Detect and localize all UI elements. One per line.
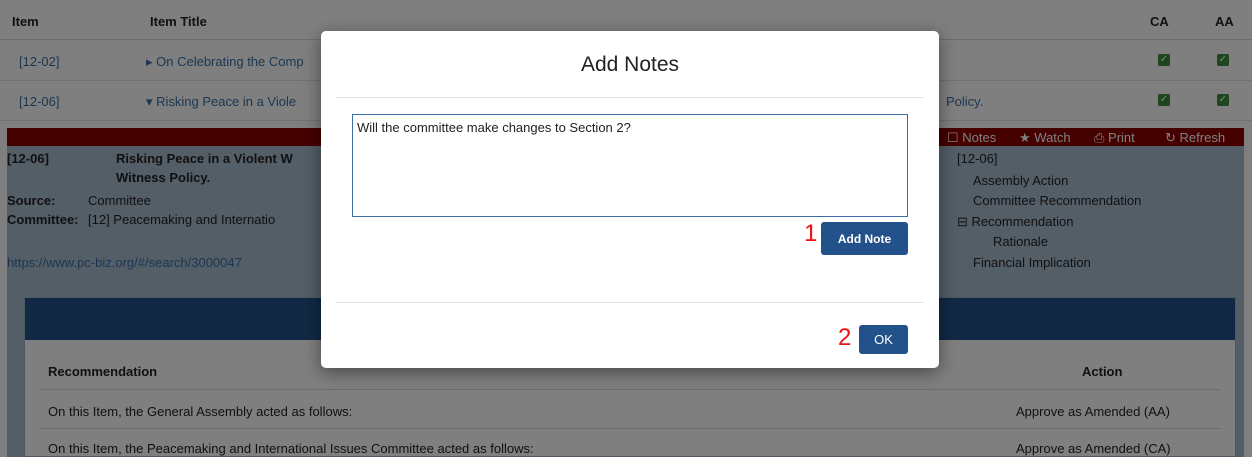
- add-notes-dialog: Add Notes Will the committee make change…: [321, 31, 939, 368]
- step-marker-2: 2: [838, 324, 852, 351]
- ok-button[interactable]: OK: [859, 325, 908, 354]
- dialog-title: Add Notes: [580, 53, 680, 76]
- add-note-button[interactable]: Add Note: [821, 222, 908, 255]
- divider: [336, 97, 924, 98]
- note-textarea[interactable]: Will the committee make changes to Secti…: [352, 114, 908, 217]
- divider: [336, 302, 924, 303]
- step-marker-1: 1: [804, 220, 818, 247]
